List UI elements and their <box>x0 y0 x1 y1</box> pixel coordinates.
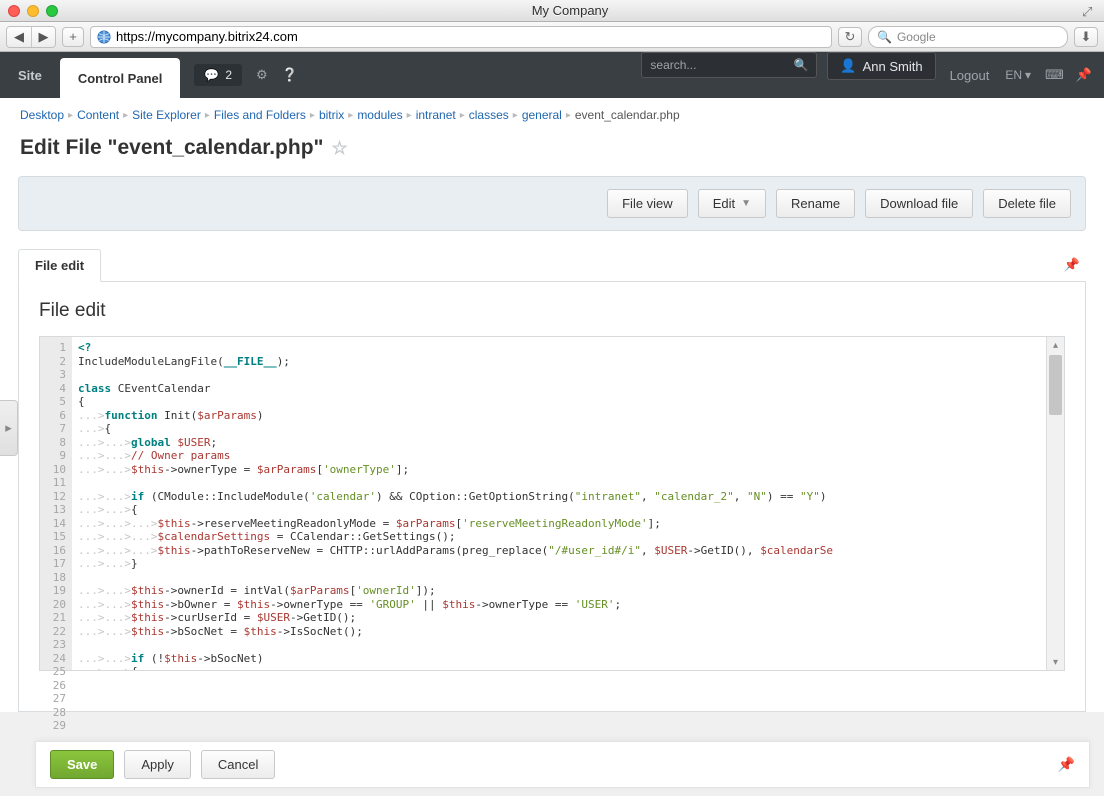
chevron-right-icon: ▸ <box>123 110 128 121</box>
downloads-button[interactable]: ⬇ <box>1074 27 1098 47</box>
search-icon: 🔍 <box>793 58 808 72</box>
scroll-thumb[interactable] <box>1049 355 1062 415</box>
logout-link[interactable]: Logout <box>950 52 990 98</box>
pin-icon[interactable]: 📌 <box>1058 756 1075 773</box>
scroll-up-icon[interactable]: ▴ <box>1047 337 1064 353</box>
cancel-button[interactable]: Cancel <box>201 750 275 779</box>
save-button[interactable]: Save <box>50 750 114 779</box>
app-topbar: Site Control Panel 💬 2 ⚙ ❔ search... 🔍 👤… <box>0 52 1104 98</box>
pin-icon[interactable]: 📌 <box>1076 52 1092 98</box>
page-title: Edit File "event_calendar.php" ☆ <box>0 132 1104 170</box>
line-gutter: 1234567891011121314151617181920212223242… <box>40 337 72 670</box>
top-search[interactable]: search... 🔍 <box>641 52 817 78</box>
breadcrumb-link[interactable]: intranet <box>416 108 456 122</box>
file-view-button[interactable]: File view <box>607 189 688 218</box>
back-button[interactable]: ◀ <box>7 27 31 47</box>
user-button[interactable]: 👤 Ann Smith <box>827 52 935 80</box>
chevron-right-icon: ▸ <box>513 110 518 121</box>
forward-button[interactable]: ▶ <box>31 27 55 47</box>
search-icon: 🔍 <box>877 30 892 44</box>
mac-titlebar: My Company ⤢ <box>0 0 1104 22</box>
breadcrumb-link[interactable]: bitrix <box>319 108 344 122</box>
add-tab-button[interactable]: + <box>62 27 84 47</box>
breadcrumb: Desktop ▸ Content ▸ Site Explorer ▸ File… <box>0 98 1104 132</box>
chevron-right-icon: ▸ <box>68 110 73 121</box>
search-placeholder: Google <box>897 30 936 44</box>
editor-scrollbar[interactable]: ▴ ▾ <box>1046 337 1064 670</box>
url-text: https://mycompany.bitrix24.com <box>116 29 298 44</box>
user-icon: 👤 <box>840 58 856 74</box>
user-name: Ann Smith <box>863 59 923 74</box>
tab-control-panel[interactable]: Control Panel <box>60 58 181 98</box>
reload-button[interactable]: ↻ <box>838 27 862 47</box>
window-title: My Company <box>58 3 1082 18</box>
chevron-right-icon: ▸ <box>205 110 210 121</box>
main-content: Desktop ▸ Content ▸ Site Explorer ▸ File… <box>0 98 1104 712</box>
delete-button[interactable]: Delete file <box>983 189 1071 218</box>
editor-panel: File edit 123456789101112131415161718192… <box>18 282 1086 712</box>
breadcrumb-link[interactable]: Desktop <box>20 108 64 122</box>
rename-button[interactable]: Rename <box>776 189 855 218</box>
download-button[interactable]: Download file <box>865 189 973 218</box>
pin-icon[interactable]: 📌 <box>1058 249 1086 281</box>
scroll-down-icon[interactable]: ▾ <box>1047 654 1064 670</box>
url-bar[interactable]: https://mycompany.bitrix24.com <box>90 26 832 48</box>
bottom-bar: Save Apply Cancel 📌 <box>35 741 1090 788</box>
chevron-right-icon: ▸ <box>407 110 412 121</box>
breadcrumb-link[interactable]: general <box>522 108 562 122</box>
search-placeholder: search... <box>650 58 793 72</box>
messages-badge[interactable]: 💬 2 <box>194 64 242 86</box>
message-icon: 💬 <box>204 68 219 82</box>
help-icon[interactable]: ❔ <box>282 67 298 83</box>
close-window-icon[interactable] <box>8 5 20 17</box>
keyboard-icon[interactable]: ⌨ <box>1045 52 1064 98</box>
minimize-window-icon[interactable] <box>27 5 39 17</box>
breadcrumb-link[interactable]: modules <box>357 108 402 122</box>
chevron-right-icon: ▸ <box>310 110 315 121</box>
breadcrumb-link[interactable]: Site Explorer <box>132 108 201 122</box>
edit-button[interactable]: Edit ▼ <box>698 189 766 218</box>
chevron-right-icon: ▸ <box>348 110 353 121</box>
apply-button[interactable]: Apply <box>124 750 191 779</box>
zoom-window-icon[interactable] <box>46 5 58 17</box>
browser-search[interactable]: 🔍 Google <box>868 26 1068 48</box>
side-handle[interactable]: ▸ <box>0 400 18 456</box>
tab-file-edit[interactable]: File edit <box>18 249 101 282</box>
breadcrumb-current: event_calendar.php <box>575 108 680 122</box>
gear-icon[interactable]: ⚙ <box>256 67 268 83</box>
chevron-down-icon: ▾ <box>1025 68 1031 82</box>
code-editor[interactable]: 1234567891011121314151617181920212223242… <box>39 336 1065 671</box>
chevron-right-icon: ▸ <box>566 110 571 121</box>
breadcrumb-link[interactable]: classes <box>469 108 509 122</box>
code-area[interactable]: <?IncludeModuleLangFile(__FILE__); class… <box>72 337 1046 670</box>
message-count: 2 <box>225 68 232 82</box>
globe-icon <box>97 30 111 44</box>
chevron-right-icon: ▸ <box>460 110 465 121</box>
star-icon[interactable]: ☆ <box>332 138 348 159</box>
breadcrumb-link[interactable]: Files and Folders <box>214 108 306 122</box>
chevron-down-icon: ▼ <box>741 198 751 209</box>
browser-toolbar: ◀ ▶ + https://mycompany.bitrix24.com ↻ 🔍… <box>0 22 1104 52</box>
breadcrumb-link[interactable]: Content <box>77 108 119 122</box>
tab-site[interactable]: Site <box>0 52 60 98</box>
tab-row: File edit 📌 <box>18 249 1086 282</box>
panel-heading: File edit <box>39 300 1065 322</box>
action-bar: File view Edit ▼ Rename Download file De… <box>18 176 1086 231</box>
expand-icon[interactable]: ⤢ <box>1082 4 1096 18</box>
language-selector[interactable]: EN ▾ <box>1005 52 1031 98</box>
